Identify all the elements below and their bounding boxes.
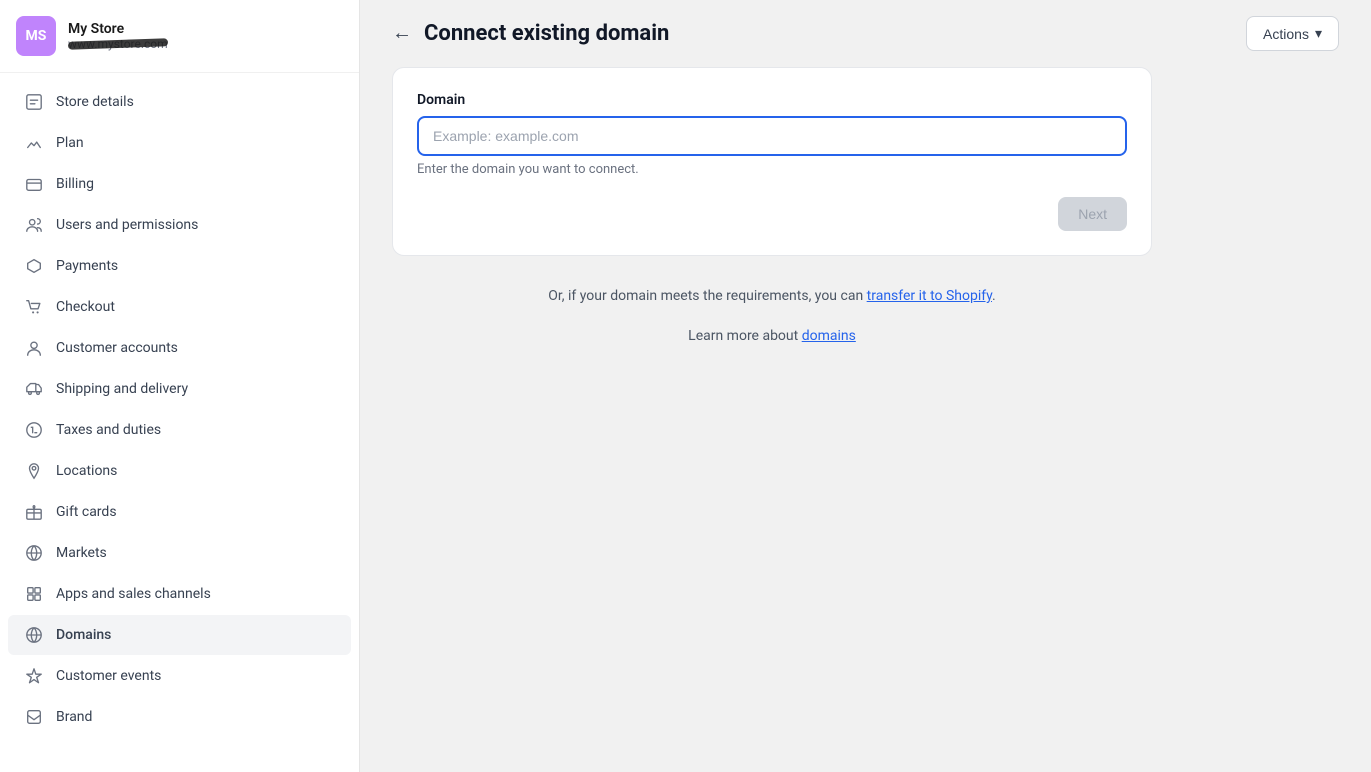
chevron-down-icon: ▾ — [1315, 25, 1322, 42]
checkout-icon — [24, 297, 44, 317]
sidebar-item-plan[interactable]: Plan — [8, 123, 351, 163]
store-url-text: www.mystore.com — [68, 37, 168, 51]
payments-icon — [24, 256, 44, 276]
sidebar-item-label-store-details: Store details — [56, 94, 134, 110]
topbar: ← Connect existing domain Actions ▾ — [360, 0, 1371, 67]
sidebar-item-taxes-duties[interactable]: Taxes and duties — [8, 410, 351, 450]
sidebar-item-store-details[interactable]: Store details — [8, 82, 351, 122]
sidebar-item-brand[interactable]: Brand — [8, 697, 351, 737]
sidebar-item-label-checkout: Checkout — [56, 299, 115, 315]
main-content: ← Connect existing domain Actions ▾ Doma… — [360, 0, 1371, 772]
store-header[interactable]: MS My Store www.mystore.com — [0, 0, 359, 73]
sidebar-item-label-plan: Plan — [56, 135, 84, 151]
store-avatar: MS — [16, 16, 56, 56]
transfer-link[interactable]: transfer it to Shopify — [867, 288, 992, 304]
taxes-duties-icon — [24, 420, 44, 440]
transfer-info-prefix: Or, if your domain meets the requirement… — [548, 288, 866, 304]
store-name: My Store — [68, 21, 343, 37]
sidebar-item-label-taxes-duties: Taxes and duties — [56, 422, 161, 438]
domain-hint: Enter the domain you want to connect. — [417, 162, 1127, 177]
sidebar-item-label-customer-events: Customer events — [56, 668, 161, 684]
customer-accounts-icon — [24, 338, 44, 358]
learn-prefix: Learn more about — [688, 328, 802, 344]
learn-more: Learn more about domains — [392, 328, 1152, 344]
sidebar-item-label-billing: Billing — [56, 176, 94, 192]
markets-icon — [24, 543, 44, 563]
sidebar-item-payments[interactable]: Payments — [8, 246, 351, 286]
content-area: Domain Enter the domain you want to conn… — [360, 67, 1371, 772]
users-permissions-icon — [24, 215, 44, 235]
store-details-icon — [24, 92, 44, 112]
sidebar-item-label-users-permissions: Users and permissions — [56, 217, 198, 233]
nav-list: Store details Plan Billing Users and permis… — [0, 73, 359, 746]
sidebar-item-label-brand: Brand — [56, 709, 92, 725]
sidebar-item-domains[interactable]: Domains — [8, 615, 351, 655]
actions-button[interactable]: Actions ▾ — [1246, 16, 1339, 51]
transfer-info: Or, if your domain meets the requirement… — [392, 288, 1152, 304]
sidebar-item-apps-sales-channels[interactable]: Apps and sales channels — [8, 574, 351, 614]
sidebar-item-label-markets: Markets — [56, 545, 107, 561]
sidebar-item-billing[interactable]: Billing — [8, 164, 351, 204]
sidebar-item-markets[interactable]: Markets — [8, 533, 351, 573]
domain-label: Domain — [417, 92, 1127, 108]
sidebar-item-users-permissions[interactable]: Users and permissions — [8, 205, 351, 245]
transfer-info-suffix: . — [992, 288, 996, 304]
sidebar-item-locations[interactable]: Locations — [8, 451, 351, 491]
plan-icon — [24, 133, 44, 153]
sidebar-item-label-shipping-delivery: Shipping and delivery — [56, 381, 188, 397]
store-initials: MS — [26, 28, 47, 44]
store-url: www.mystore.com — [68, 37, 343, 51]
locations-icon — [24, 461, 44, 481]
sidebar-item-customer-events[interactable]: Customer events — [8, 656, 351, 696]
next-button[interactable]: Next — [1058, 197, 1127, 231]
domains-link[interactable]: domains — [802, 328, 856, 344]
domain-input[interactable] — [417, 116, 1127, 156]
store-info: My Store www.mystore.com — [68, 21, 343, 51]
sidebar-item-checkout[interactable]: Checkout — [8, 287, 351, 327]
sidebar-item-label-payments: Payments — [56, 258, 118, 274]
sidebar-item-gift-cards[interactable]: Gift cards — [8, 492, 351, 532]
billing-icon — [24, 174, 44, 194]
sidebar: MS My Store www.mystore.com Store detail… — [0, 0, 360, 772]
sidebar-item-shipping-delivery[interactable]: Shipping and delivery — [8, 369, 351, 409]
domains-icon — [24, 625, 44, 645]
sidebar-item-label-domains: Domains — [56, 627, 111, 643]
sidebar-item-label-locations: Locations — [56, 463, 117, 479]
card-footer: Next — [417, 197, 1127, 231]
customer-events-icon — [24, 666, 44, 686]
page-title: Connect existing domain — [424, 21, 669, 46]
topbar-left: ← Connect existing domain — [392, 21, 669, 46]
gift-cards-icon — [24, 502, 44, 522]
brand-icon — [24, 707, 44, 727]
apps-sales-channels-icon — [24, 584, 44, 604]
back-button[interactable]: ← — [392, 22, 412, 45]
sidebar-item-label-customer-accounts: Customer accounts — [56, 340, 178, 356]
sidebar-item-label-gift-cards: Gift cards — [56, 504, 117, 520]
sidebar-item-label-apps-sales-channels: Apps and sales channels — [56, 586, 211, 602]
back-arrow-icon: ← — [392, 22, 412, 45]
actions-label: Actions — [1263, 26, 1309, 42]
shipping-delivery-icon — [24, 379, 44, 399]
sidebar-item-customer-accounts[interactable]: Customer accounts — [8, 328, 351, 368]
domain-card: Domain Enter the domain you want to conn… — [392, 67, 1152, 256]
